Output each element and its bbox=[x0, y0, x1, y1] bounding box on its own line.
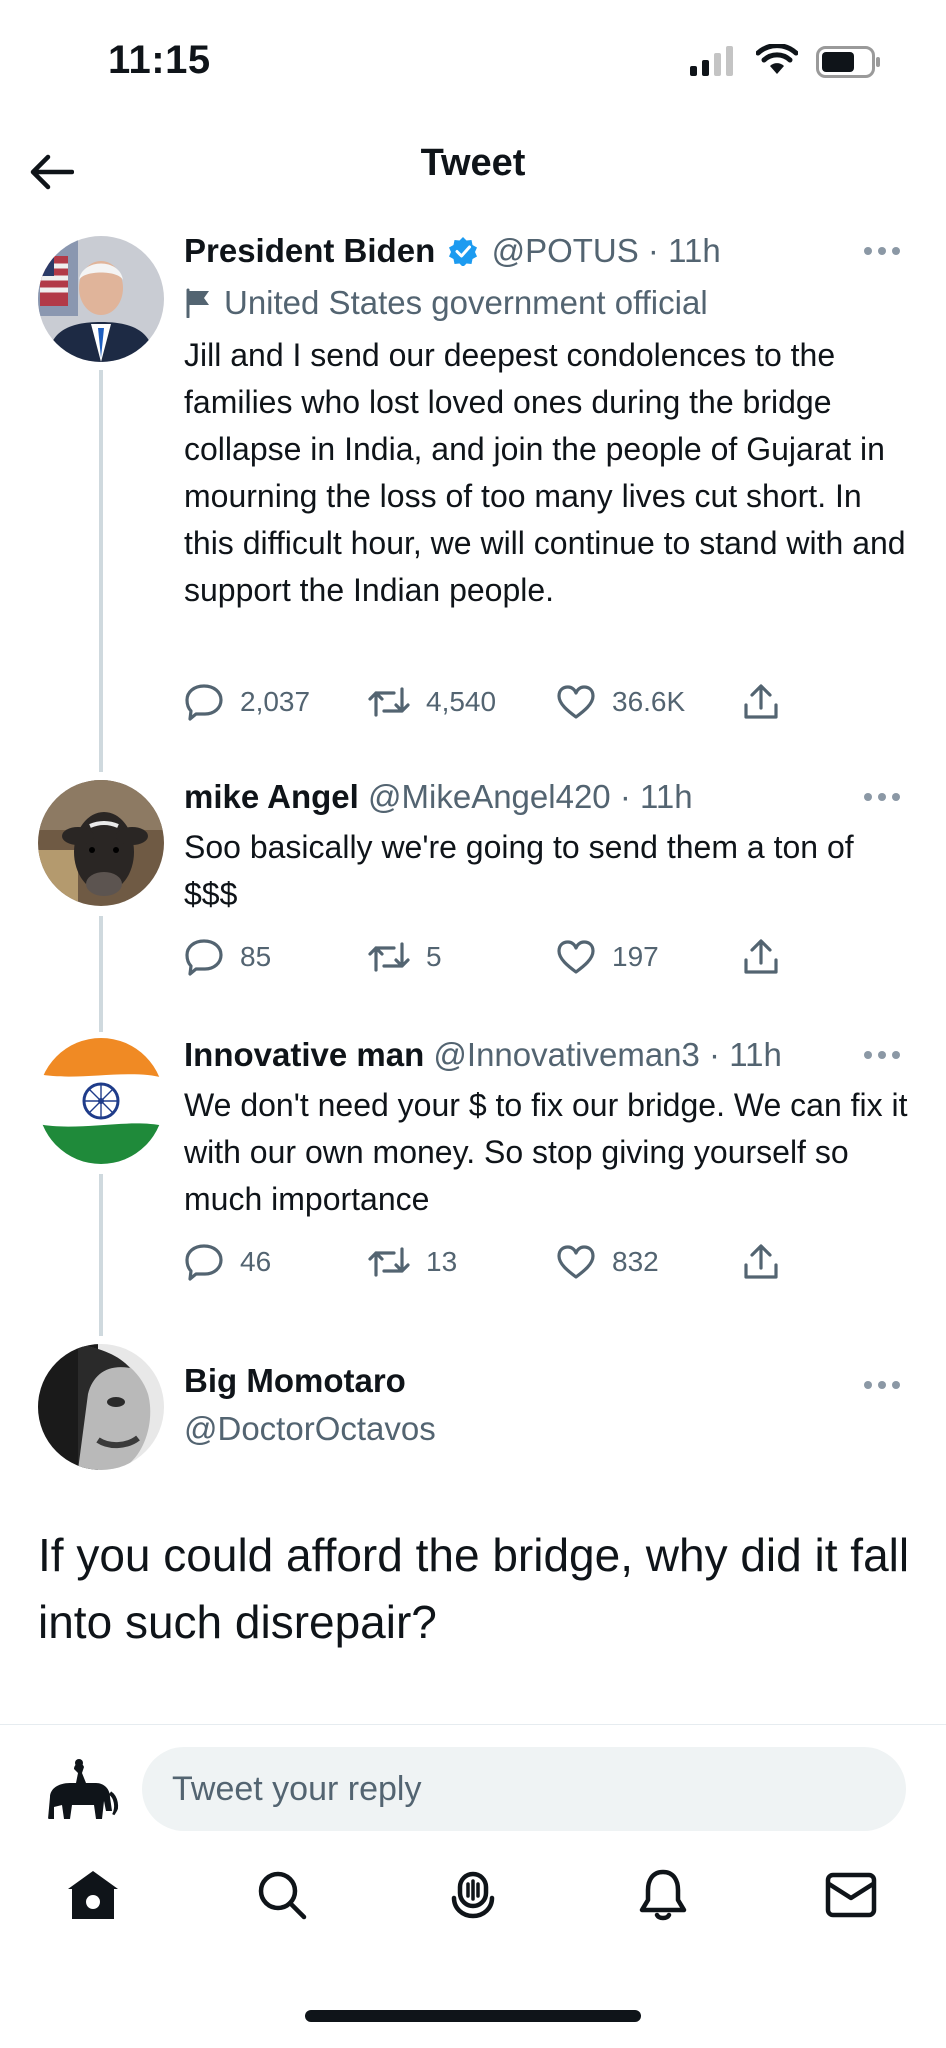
avatar[interactable] bbox=[38, 236, 164, 362]
avatar[interactable] bbox=[38, 1749, 122, 1833]
thread-line bbox=[99, 1174, 103, 1336]
tweet-actions: 85 5 197 bbox=[184, 935, 804, 979]
tweet-header: Innovative man @Innovativeman3 · 11h bbox=[184, 1036, 856, 1074]
share-button[interactable] bbox=[742, 680, 780, 724]
more-options-icon[interactable] bbox=[862, 245, 902, 257]
share-icon bbox=[744, 684, 778, 719]
tweet-actions: 2,037 4,540 36.6K bbox=[184, 680, 804, 724]
retweet-button[interactable]: 4,540 bbox=[368, 680, 496, 724]
author-handle[interactable]: @Innovativeman3 · 11h bbox=[433, 1036, 781, 1073]
avatar[interactable] bbox=[38, 1344, 164, 1470]
heart-icon bbox=[557, 1245, 595, 1279]
tweet-header: mike Angel @MikeAngel420 · 11h bbox=[184, 778, 856, 816]
author-name[interactable]: President Biden bbox=[184, 232, 435, 269]
tweet-actions: 46 13 832 bbox=[184, 1240, 804, 1284]
reply-icon bbox=[185, 939, 223, 976]
wifi-icon bbox=[756, 44, 798, 74]
retweet-count: 13 bbox=[426, 1246, 458, 1277]
avatar[interactable] bbox=[38, 780, 164, 906]
like-count: 197 bbox=[612, 941, 659, 972]
reply-button[interactable]: 2,037 bbox=[184, 680, 310, 724]
tweet-text: We don't need your $ to fix our bridge. … bbox=[184, 1087, 908, 1217]
author-name[interactable]: Innovative man bbox=[184, 1036, 424, 1073]
reply-icon bbox=[185, 684, 223, 721]
thread-line bbox=[99, 916, 103, 1032]
reply-count: 85 bbox=[240, 941, 272, 972]
tab-messages[interactable] bbox=[816, 1860, 886, 1930]
government-label-text: United States government official bbox=[224, 284, 708, 321]
tab-bar bbox=[0, 1860, 946, 1950]
retweet-icon bbox=[368, 687, 410, 717]
messages-icon bbox=[825, 1872, 877, 1918]
status-bar: 11:15 bbox=[0, 0, 946, 120]
retweet-button[interactable]: 5 bbox=[368, 935, 442, 979]
battery-icon bbox=[816, 46, 880, 78]
search-icon bbox=[258, 1871, 307, 1920]
retweet-count: 5 bbox=[426, 941, 442, 972]
author-handle[interactable]: @DoctorOctavos bbox=[184, 1410, 436, 1448]
thread-line bbox=[99, 370, 103, 772]
reply-count: 2,037 bbox=[240, 686, 311, 717]
home-icon bbox=[68, 1871, 118, 1919]
tweet-header: President Biden @POTUS · 11h bbox=[184, 232, 856, 270]
tweet-text: Soo basically we're going to send them a… bbox=[184, 829, 854, 912]
reply-button[interactable]: 46 bbox=[184, 1240, 271, 1284]
reply-input[interactable] bbox=[142, 1747, 906, 1831]
tweet-text: If you could afford the bridge, why did … bbox=[38, 1529, 910, 1648]
government-label: United States government official bbox=[184, 284, 708, 322]
retweet-icon bbox=[368, 1247, 410, 1277]
reply-icon bbox=[185, 1244, 223, 1281]
flag-icon bbox=[186, 288, 209, 318]
heart-icon bbox=[557, 685, 595, 719]
tab-notifications[interactable] bbox=[628, 1860, 698, 1930]
avatar[interactable] bbox=[38, 1038, 164, 1164]
author-handle[interactable]: @POTUS · 11h bbox=[492, 232, 721, 269]
reply-bar bbox=[0, 1724, 946, 1854]
verified-badge-icon bbox=[449, 237, 478, 267]
author-name[interactable]: Big Momotaro bbox=[184, 1362, 406, 1400]
retweet-button[interactable]: 13 bbox=[368, 1240, 457, 1284]
retweet-icon bbox=[368, 942, 410, 972]
author-name[interactable]: mike Angel bbox=[184, 778, 359, 815]
more-options-icon[interactable] bbox=[862, 1379, 902, 1391]
more-options-icon[interactable] bbox=[862, 1049, 902, 1061]
home-indicator[interactable] bbox=[305, 2010, 641, 2022]
like-count: 832 bbox=[612, 1246, 659, 1277]
like-count: 36.6K bbox=[612, 686, 686, 717]
tweet-text: Jill and I send our deepest condolences … bbox=[184, 337, 906, 608]
share-button[interactable] bbox=[742, 1240, 780, 1284]
author-handle[interactable]: @MikeAngel420 · 11h bbox=[368, 778, 693, 815]
header: Tweet bbox=[0, 120, 946, 220]
status-time: 11:15 bbox=[108, 38, 211, 82]
like-button[interactable]: 36.6K bbox=[556, 680, 685, 724]
retweet-count: 4,540 bbox=[426, 686, 497, 717]
share-icon bbox=[744, 1244, 778, 1279]
tab-home[interactable] bbox=[58, 1860, 128, 1930]
like-button[interactable]: 832 bbox=[556, 1240, 659, 1284]
signal-icon bbox=[690, 46, 733, 76]
like-button[interactable]: 197 bbox=[556, 935, 659, 979]
tab-spaces[interactable] bbox=[438, 1860, 508, 1930]
heart-icon bbox=[557, 940, 595, 974]
more-options-icon[interactable] bbox=[862, 791, 902, 803]
share-icon bbox=[744, 939, 778, 974]
spaces-icon bbox=[451, 1871, 495, 1919]
page-title: Tweet bbox=[420, 142, 526, 184]
notifications-icon bbox=[639, 1869, 687, 1921]
share-button[interactable] bbox=[742, 935, 780, 979]
reply-count: 46 bbox=[240, 1246, 272, 1277]
tab-search[interactable] bbox=[247, 1860, 317, 1930]
reply-button[interactable]: 85 bbox=[184, 935, 271, 979]
